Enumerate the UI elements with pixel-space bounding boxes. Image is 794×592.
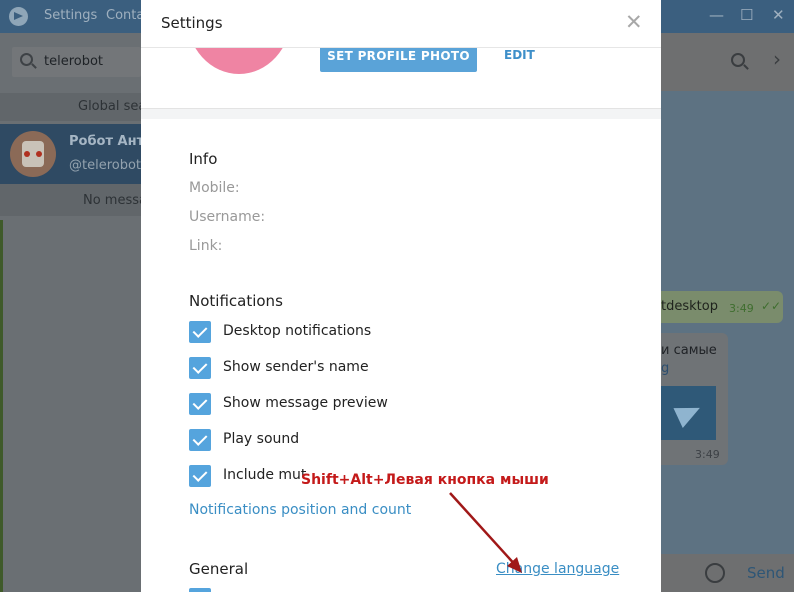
dialog-title: Settings [161, 14, 223, 32]
message-time: 3:49 [729, 302, 754, 315]
checkbox-label: Play sound [223, 431, 300, 447]
chat-list-item[interactable]: Робот Анто @telerobot [0, 124, 153, 184]
global-search-label: Global sea [78, 99, 147, 114]
search-icon[interactable] [731, 53, 745, 67]
message-time: 3:49 [695, 448, 720, 461]
dialog-header: Settings ✕ [141, 0, 661, 48]
no-messages-row: No messa [0, 184, 147, 216]
checkbox-checked-icon [189, 465, 211, 487]
chat-header: › [661, 33, 794, 91]
checkbox-checked-icon [189, 321, 211, 343]
checkbox-checked-icon[interactable] [189, 588, 211, 592]
close-icon[interactable]: ✕ [625, 11, 643, 33]
info-section-title: Info [189, 150, 218, 168]
menu-contacts[interactable]: Conta [106, 8, 144, 23]
left-edge-accent [0, 220, 3, 592]
checkbox-label: Show sender's name [223, 359, 369, 375]
annotation-label: Shift+Alt+Левая кнопка мыши [301, 472, 549, 488]
incoming-message: и самые g 3:49 [661, 333, 728, 465]
section-divider [141, 108, 661, 119]
mobile-label: Mobile: [189, 180, 240, 196]
double-check-icon: ✓✓ [761, 299, 782, 313]
maximize-icon[interactable]: ☐ [740, 6, 753, 24]
telegram-preview-icon[interactable] [661, 386, 716, 440]
telegram-logo-icon [9, 7, 28, 26]
checkbox-checked-icon [189, 429, 211, 451]
annotation-arrow-icon [449, 492, 522, 573]
search-icon [20, 53, 33, 66]
general-section-title: General [189, 560, 249, 578]
message-text: tdesktop [661, 299, 718, 314]
no-messages-label: No messa [83, 193, 147, 208]
checkbox-label: Show message preview [223, 395, 388, 411]
message-text: и самые [661, 343, 717, 358]
menu-settings[interactable]: Settings [44, 8, 97, 23]
search-input[interactable]: telerobot [12, 47, 141, 77]
minimize-icon[interactable]: — [709, 6, 724, 24]
notifications-position-link[interactable]: Notifications position and count [189, 502, 411, 518]
settings-dialog: SET PROFILE PHOTO EDIT Settings ✕ Info M… [141, 0, 661, 592]
notifications-section-title: Notifications [189, 292, 283, 310]
global-search-header: Global sea [0, 93, 146, 121]
send-button[interactable]: Send [747, 564, 785, 582]
checkbox-checked-icon [189, 393, 211, 415]
checkbox-label: Include mut [223, 467, 307, 483]
outgoing-message: tdesktop 3:49 ✓✓ [661, 291, 783, 323]
checkbox-label: Desktop notifications [223, 323, 372, 339]
message-composer: Send [661, 554, 794, 592]
chat-username: @telerobot [69, 158, 142, 173]
avatar [10, 131, 56, 177]
chat-area: › tdesktop 3:49 ✓✓ и самые g 3:49 Send [661, 33, 794, 592]
close-window-icon[interactable]: ✕ [772, 6, 785, 24]
message-link[interactable]: g [661, 361, 669, 376]
edit-button[interactable]: EDIT [504, 48, 535, 62]
search-value: telerobot [44, 54, 104, 69]
chevron-right-icon[interactable]: › [773, 47, 781, 71]
checkbox-checked-icon [189, 357, 211, 379]
chat-list-panel: telerobot Global sea Робот Анто @telerob… [0, 33, 153, 592]
link-label: Link: [189, 238, 223, 254]
username-label: Username: [189, 209, 266, 225]
emoji-icon[interactable] [705, 563, 725, 583]
